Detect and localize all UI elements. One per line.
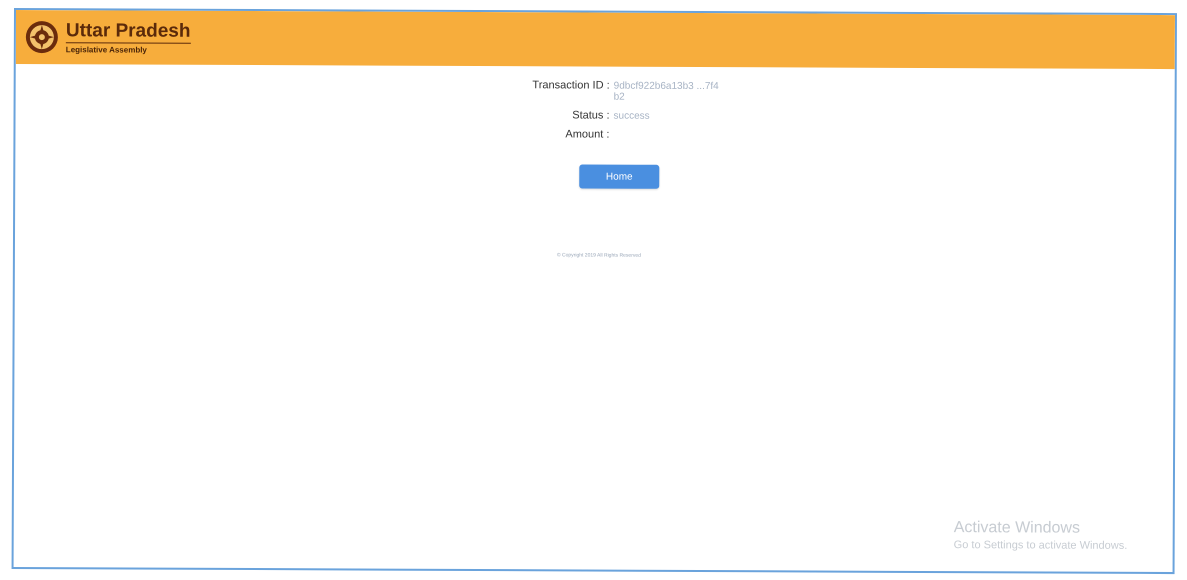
status-value: success: [613, 110, 650, 122]
transaction-id-row: Transaction ID : 9dbcf922b6a13b3 ...7f4b…: [516, 79, 736, 103]
watermark-subtitle: Go to Settings to activate Windows.: [953, 539, 1128, 552]
amount-value: [613, 130, 723, 141]
transaction-id-value: 9dbcf922b6a13b3 ...7f4b2: [613, 80, 719, 103]
site-brand[interactable]: Uttar Pradesh Legislative Assembly: [65, 19, 191, 55]
status-row: Status : success: [516, 109, 736, 122]
amount-row: Amount :: [515, 128, 735, 141]
transaction-receipt: Transaction ID : 9dbcf922b6a13b3 ...7f4b…: [515, 79, 736, 149]
copyright-text: © Copyright 2019 All Rights Reserved: [556, 252, 641, 259]
site-subtitle: Legislative Assembly: [65, 44, 147, 55]
activate-windows-watermark: Activate Windows Go to Settings to activ…: [954, 519, 1128, 552]
status-label: Status :: [572, 109, 610, 122]
browser-page: Uttar Pradesh Legislative Assembly Trans…: [11, 8, 1177, 575]
amount-label: Amount :: [565, 128, 610, 141]
site-title: Uttar Pradesh: [65, 19, 191, 44]
up-state-emblem-icon[interactable]: [24, 19, 60, 55]
home-button[interactable]: Home: [579, 164, 660, 189]
transaction-id-label: Transaction ID :: [532, 79, 610, 92]
watermark-title: Activate Windows: [953, 519, 1081, 537]
site-header: Uttar Pradesh Legislative Assembly: [15, 10, 1175, 70]
